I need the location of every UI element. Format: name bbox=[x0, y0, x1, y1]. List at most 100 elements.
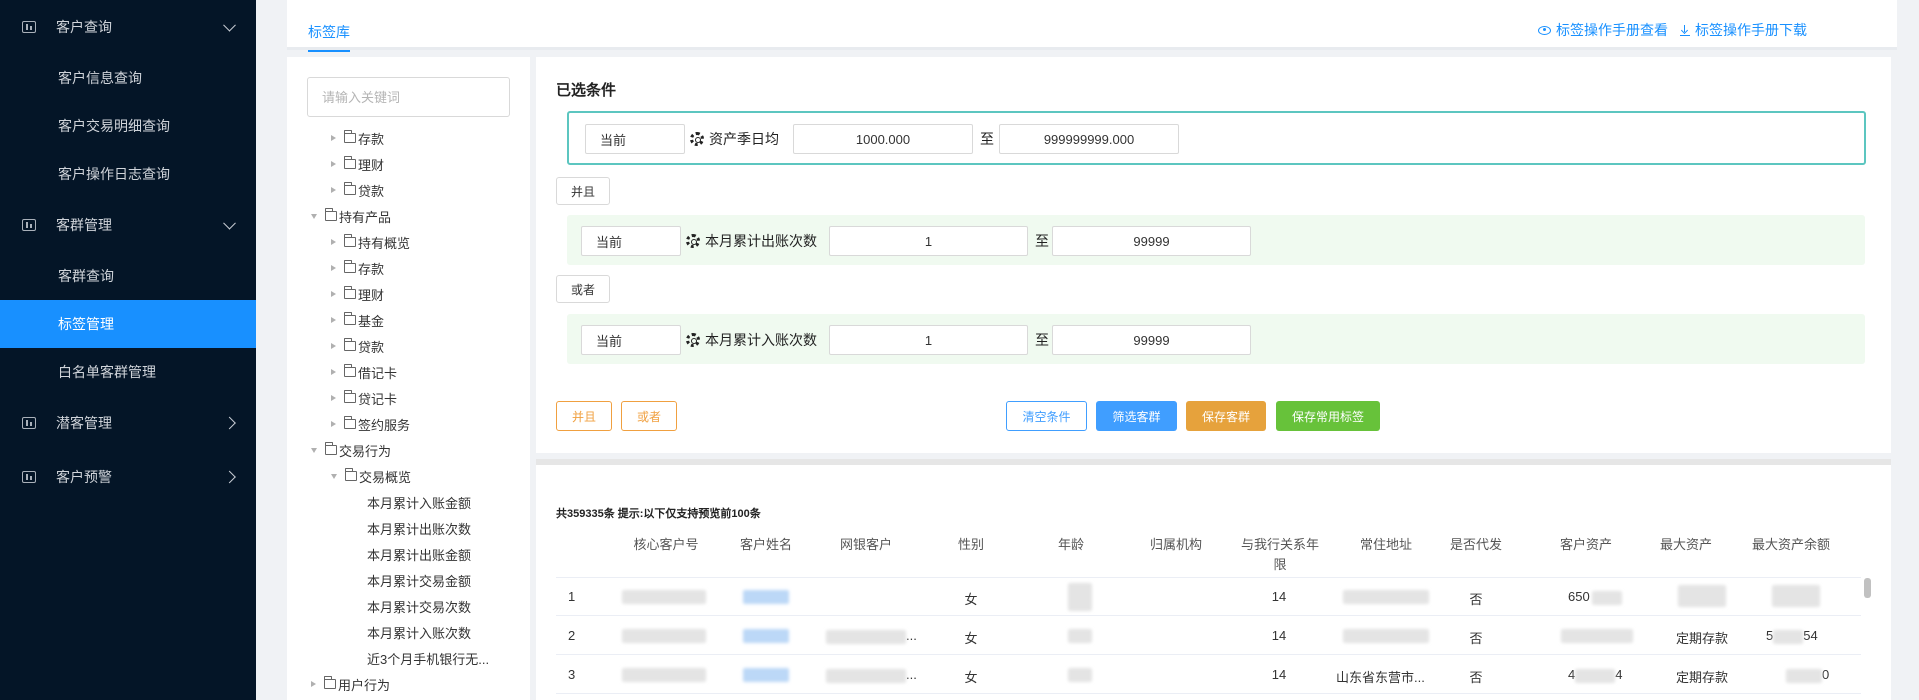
period-select[interactable]: 当前 bbox=[581, 325, 681, 355]
tree-node[interactable]: 持有概览 bbox=[331, 231, 410, 253]
filter-segment-button[interactable]: 筛选客群 bbox=[1096, 401, 1177, 431]
masked-value bbox=[622, 666, 706, 682]
sidebar-item-tag-management[interactable]: 标签管理 bbox=[0, 300, 256, 348]
tree-node[interactable]: 贷款 bbox=[331, 335, 384, 357]
max-value-input[interactable]: 999999999.000 bbox=[999, 124, 1179, 154]
chevron-right-icon bbox=[223, 470, 236, 484]
tree-node-label: 本月累计交易金额 bbox=[367, 573, 472, 589]
manual-view-link[interactable]: 标签操作手册查看 bbox=[1538, 20, 1668, 40]
clear-conditions-button[interactable]: 清空条件 bbox=[1006, 401, 1087, 431]
condition-row[interactable]: 当前 本月累计出账次数 1 至 99999 bbox=[567, 215, 1865, 265]
sidebar-item-transaction-detail[interactable]: 客户交易明细查询 bbox=[0, 102, 256, 150]
folder-icon bbox=[344, 286, 356, 299]
max-balance-cell: 5 54 bbox=[1766, 628, 1818, 644]
caret-right-icon[interactable] bbox=[331, 161, 336, 167]
max-value-input[interactable]: 99999 bbox=[1052, 226, 1251, 256]
min-value-input[interactable]: 1 bbox=[829, 325, 1028, 355]
save-segment-button[interactable]: 保存客群 bbox=[1186, 401, 1266, 431]
column-header: 最大资产余额 bbox=[1751, 537, 1830, 552]
caret-right-icon[interactable] bbox=[331, 395, 336, 401]
tree-node[interactable]: 本月累计出账次数 bbox=[367, 517, 471, 539]
tree-node[interactable]: 存款 bbox=[331, 257, 384, 279]
sidebar-item-customer-info[interactable]: 客户信息查询 bbox=[0, 54, 256, 102]
tree-node-label: 用户行为 bbox=[338, 677, 391, 693]
tree-node-label: 交易行为 bbox=[339, 443, 392, 459]
tree-node[interactable]: 签约服务 bbox=[331, 413, 410, 435]
min-value-input[interactable]: 1 bbox=[829, 226, 1028, 256]
tree-node-label: 签约服务 bbox=[358, 417, 411, 433]
tree-node[interactable]: 持有产品 bbox=[311, 205, 391, 227]
period-select[interactable]: 当前 bbox=[581, 226, 681, 256]
sidebar-item-segment-query[interactable]: 客群查询 bbox=[0, 252, 256, 300]
condition-row[interactable]: 当前 本月累计入账次数 1 至 99999 bbox=[567, 314, 1865, 364]
tree-node[interactable]: 本月累计入账次数 bbox=[367, 621, 471, 643]
results-panel: 共359335条 提示:以下仅支持预览前100条 核心客户号 客户姓名 网银客户… bbox=[536, 459, 1891, 700]
tree-node[interactable]: 存款 bbox=[331, 127, 384, 149]
max-balance-value: 0 bbox=[1822, 667, 1830, 682]
menu-group-customer-alert[interactable]: 客户预警 bbox=[0, 450, 256, 504]
save-common-tag-button[interactable]: 保存常用标签 bbox=[1276, 401, 1380, 431]
payroll-cell: 否 bbox=[1469, 670, 1483, 685]
min-value-input[interactable]: 1000.000 bbox=[793, 124, 973, 154]
gear-icon[interactable] bbox=[690, 132, 704, 146]
tree-node[interactable]: 本月累计入账金额 bbox=[367, 491, 471, 513]
gear-icon[interactable] bbox=[686, 234, 700, 248]
caret-right-icon[interactable] bbox=[331, 291, 336, 297]
tree-node[interactable]: 本月累计交易金额 bbox=[367, 569, 471, 591]
add-or-button[interactable]: 或者 bbox=[621, 401, 677, 431]
max-value-input[interactable]: 99999 bbox=[1052, 325, 1251, 355]
caret-right-icon[interactable] bbox=[331, 343, 336, 349]
caret-right-icon[interactable] bbox=[331, 369, 336, 375]
sidebar-item-whitelist[interactable]: 白名单客群管理 bbox=[0, 348, 256, 396]
tree-node-label: 存款 bbox=[358, 131, 385, 147]
tree-node[interactable]: 交易概览 bbox=[331, 465, 411, 487]
caret-right-icon[interactable] bbox=[311, 681, 316, 687]
manual-download-link[interactable]: 标签操作手册下载 bbox=[1680, 20, 1807, 40]
folder-icon bbox=[344, 260, 356, 273]
menu-group-prospect-management[interactable]: 潜客管理 bbox=[0, 396, 256, 450]
tree-node[interactable]: 贷款 bbox=[331, 179, 384, 201]
tree-node-label: 贷款 bbox=[358, 183, 385, 199]
condition-label: 本月累计出账次数 bbox=[686, 231, 817, 251]
add-and-button[interactable]: 并且 bbox=[556, 401, 612, 431]
period-select[interactable]: 当前 bbox=[585, 124, 685, 154]
caret-down-icon[interactable] bbox=[311, 447, 317, 453]
max-asset-cell: 定期存款 bbox=[1676, 670, 1729, 685]
caret-right-icon[interactable] bbox=[331, 239, 336, 245]
gear-icon[interactable] bbox=[686, 333, 700, 347]
caret-down-icon[interactable] bbox=[311, 213, 317, 219]
condition-row[interactable]: 当前 资产季日均 1000.000 至 999999999.000 bbox=[567, 111, 1866, 165]
tree-node-label: 本月累计出账金额 bbox=[367, 547, 472, 563]
tree-node[interactable]: 用户行为 bbox=[311, 673, 390, 695]
table-scrollbar[interactable] bbox=[1864, 578, 1871, 598]
tab-tag-library[interactable]: 标签库 bbox=[308, 22, 350, 52]
caret-right-icon[interactable] bbox=[331, 265, 336, 271]
caret-right-icon[interactable] bbox=[331, 421, 336, 427]
connector-or-button[interactable]: 或者 bbox=[556, 275, 610, 303]
masked-value bbox=[743, 588, 789, 604]
tag-search-input[interactable] bbox=[307, 77, 510, 117]
tree-node[interactable]: 贷记卡 bbox=[331, 387, 397, 409]
tree-node[interactable]: 理财 bbox=[331, 283, 384, 305]
tree-node[interactable]: 本月累计交易次数 bbox=[367, 595, 471, 617]
condition-label: 资产季日均 bbox=[690, 129, 779, 149]
tree-node[interactable]: 借记卡 bbox=[331, 361, 397, 383]
menu-group-segment-management[interactable]: 客群管理 bbox=[0, 198, 256, 252]
caret-right-icon[interactable] bbox=[331, 317, 336, 323]
tree-node[interactable]: 近3个月手机银行无... bbox=[367, 647, 489, 669]
connector-and-button[interactable]: 并且 bbox=[556, 177, 610, 205]
sidebar-item-operation-log[interactable]: 客户操作日志查询 bbox=[0, 150, 256, 198]
caret-right-icon[interactable] bbox=[331, 187, 336, 193]
tree-node[interactable]: 本月累计出账金额 bbox=[367, 543, 471, 565]
caret-down-icon[interactable] bbox=[331, 473, 337, 479]
chevron-down-icon bbox=[223, 18, 236, 32]
caret-right-icon[interactable] bbox=[331, 135, 336, 141]
masked-value bbox=[1343, 627, 1429, 643]
conditions-panel: 已选条件 当前 资产季日均 1000.000 至 999999999.000 并… bbox=[536, 57, 1891, 453]
masked-value bbox=[622, 627, 706, 643]
top-header: 标签库 标签操作手册查看 标签操作手册下载 bbox=[287, 0, 1897, 52]
menu-group-customer-query[interactable]: 客户查询 bbox=[0, 0, 256, 54]
tree-node[interactable]: 交易行为 bbox=[311, 439, 391, 461]
tree-node[interactable]: 理财 bbox=[331, 153, 384, 175]
tree-node[interactable]: 基金 bbox=[331, 309, 384, 331]
